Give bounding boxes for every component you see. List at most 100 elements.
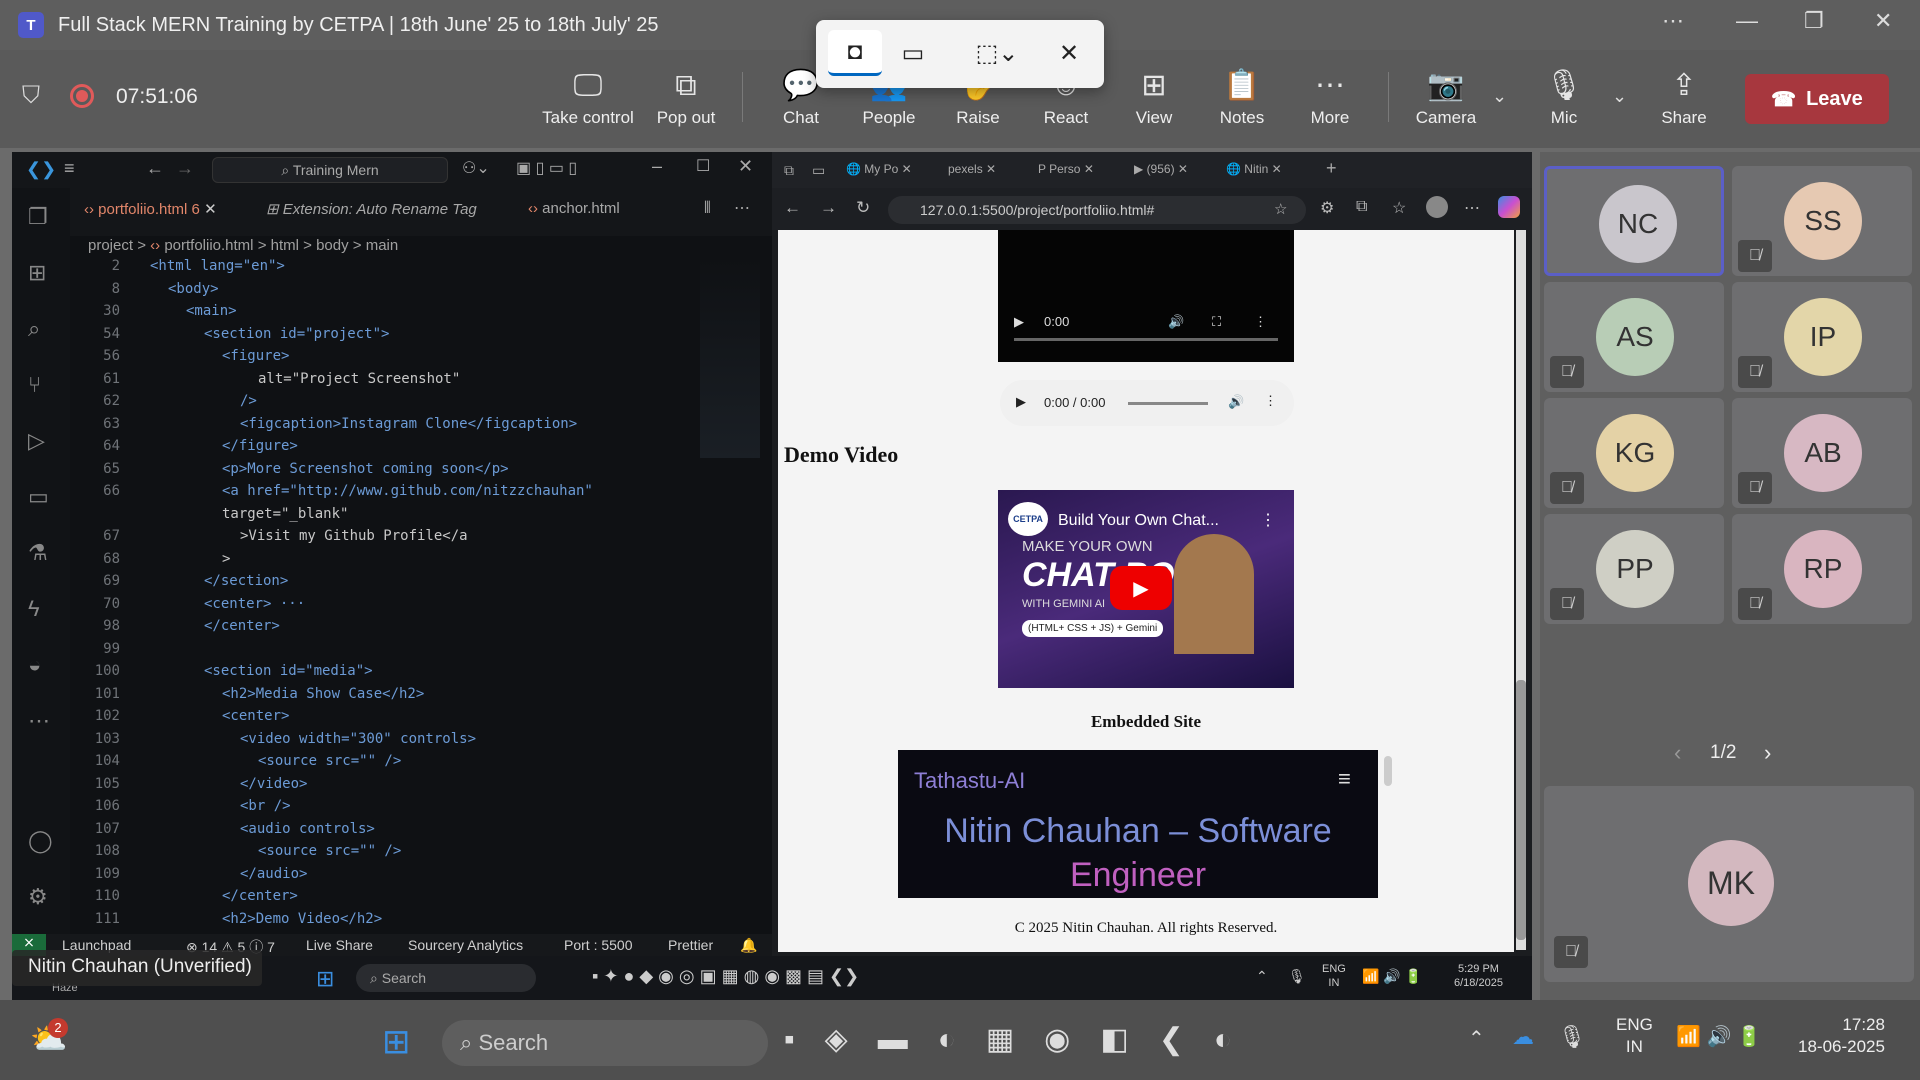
volume-icon[interactable]: 🔊	[1228, 394, 1244, 410]
language-indicator[interactable]: ENG IN	[1322, 962, 1346, 990]
sourcery-item[interactable]: Sourcery Analytics	[408, 937, 523, 953]
remote-explorer-icon[interactable]: ▭	[28, 484, 49, 510]
tab-anchor[interactable]: ‹› anchor.html	[528, 200, 620, 217]
play-icon[interactable]: ▶	[1016, 394, 1026, 410]
iframe-scrollbar[interactable]	[1384, 756, 1392, 786]
video-player[interactable]: ▶ 0:00 🔊 ⛶ ⋮	[998, 230, 1294, 362]
minimize-icon[interactable]: –	[652, 156, 662, 177]
youtube-play-button[interactable]: ▶	[1110, 566, 1172, 610]
taskbar-search-input[interactable]: ⌕ Search	[442, 1020, 768, 1066]
browser-tab-3[interactable]: P Perso ✕	[1038, 162, 1094, 176]
workspaces-icon[interactable]: ⧉	[784, 162, 794, 179]
browser-tab-5[interactable]: 🌐 Nitin ✕	[1226, 162, 1282, 176]
camera-options-chevron-icon[interactable]: ⌄	[1492, 86, 1507, 107]
audio-more-icon[interactable]: ⋮	[1264, 393, 1277, 409]
mic-muted-icon[interactable]: 🎙	[1558, 1024, 1586, 1050]
snip-shape-button[interactable]: ⬚⌄	[960, 30, 1034, 76]
participant-tile[interactable]: SS 🎙̸	[1732, 166, 1912, 276]
screenshot-mode-button[interactable]: ◘	[828, 30, 882, 76]
edge-devtools-icon[interactable]: ◒	[28, 652, 41, 678]
code-editor[interactable]: 2 <html lang="en"> 8 <body> 30 <main> 54 <secti…	[70, 258, 700, 934]
minimap[interactable]	[700, 258, 760, 458]
participant-tile[interactable]: IP 🎙̸	[1732, 282, 1912, 392]
more-options-icon[interactable]: ⋯	[1662, 8, 1684, 34]
prettier-item[interactable]: Prettier	[668, 937, 713, 953]
pop-out-button[interactable]: ⧉ Pop out	[636, 64, 736, 128]
self-video-tile[interactable]: MK 🎙̸	[1544, 786, 1914, 982]
tray-chevron-icon[interactable]: ⌃	[1468, 1026, 1485, 1051]
network-icon[interactable]: 📶 🔊 🔋	[1362, 968, 1422, 985]
audio-player[interactable]: ▶ 0:00 / 0:00 🔊 ⋮	[1000, 380, 1294, 426]
hamburger-menu-icon[interactable]: ≡	[1338, 766, 1351, 792]
minimize-icon[interactable]: —	[1736, 8, 1758, 34]
camera-button[interactable]: 📷 Camera	[1396, 64, 1496, 128]
close-icon[interactable]: ✕	[738, 156, 753, 177]
tray-chevron-icon[interactable]: ⌃	[1256, 968, 1268, 985]
shared-search-input[interactable]: ⌕ Search	[356, 964, 536, 992]
tab-extension-auto-rename[interactable]: ⊞ Extension: Auto Rename Tag	[266, 200, 477, 218]
fullscreen-icon[interactable]: ⛶	[1212, 314, 1221, 330]
shared-clock[interactable]: 5:29 PM 6/18/2025	[1454, 962, 1503, 990]
yt-more-icon[interactable]: ⋮	[1260, 510, 1276, 530]
favorite-star-icon[interactable]: ☆	[1274, 200, 1287, 218]
profile-avatar[interactable]	[1426, 196, 1448, 218]
favorites-icon[interactable]: ☆	[1392, 198, 1406, 218]
tab-portfoliio[interactable]: ‹› portfoliio.html 6 ✕	[84, 200, 217, 218]
testing-icon[interactable]: ⚗	[28, 540, 48, 566]
menu-icon[interactable]: ≡	[64, 158, 75, 179]
close-snip-button[interactable]: ✕	[1042, 30, 1096, 76]
participant-tile[interactable]: PP 🎙̸	[1544, 514, 1724, 624]
explorer-icon[interactable]: ❐	[28, 204, 48, 230]
participant-tile[interactable]: RP 🎙̸	[1732, 514, 1912, 624]
back-icon[interactable]: ←	[146, 158, 164, 179]
split-editor-icon[interactable]: ⫴	[704, 200, 711, 218]
extensions-icon[interactable]: ⚙	[1320, 198, 1334, 218]
thunder-client-icon[interactable]: ϟ	[28, 596, 40, 622]
prev-page-icon[interactable]: ‹	[1674, 740, 1681, 766]
audio-progress[interactable]	[1128, 402, 1208, 405]
editor-more-icon[interactable]: ⋯	[734, 198, 750, 218]
forward-icon[interactable]: →	[176, 158, 194, 179]
embedded-site-iframe[interactable]: Tathastu-AI ≡ Nitin Chauhan – Software E…	[898, 750, 1392, 898]
windows-start-icon[interactable]: ⊞	[316, 966, 334, 992]
more-button[interactable]: ⋯ More	[1280, 64, 1380, 128]
notifications-bell-icon[interactable]: 🔔	[740, 937, 757, 954]
app-icons[interactable]: ▪ ✦ ● ◆ ◉ ◎ ▣ ▦ ◍ ◉ ▩ ▤ ❮❯	[592, 966, 859, 987]
youtube-embed[interactable]: CETPA Build Your Own Chat... ⋮ MAKE YOUR…	[998, 490, 1294, 688]
url-input[interactable]: 127.0.0.1:5500/project/portfoliio.html#	[888, 196, 1306, 224]
leave-button[interactable]: ☎ Leave	[1745, 74, 1889, 124]
participant-tile[interactable]: NC	[1544, 166, 1724, 276]
close-tab-icon[interactable]: ✕	[204, 201, 217, 218]
wifi-icon[interactable]: 📶 🔊 🔋	[1676, 1024, 1762, 1049]
mic-button[interactable]: 🎙 Mic	[1514, 64, 1614, 128]
layout-icon[interactable]: ▣ ▯ ▭ ▯	[516, 158, 577, 178]
share-button[interactable]: ⇪ Share	[1634, 64, 1734, 128]
refresh-icon[interactable]: ↻	[856, 198, 870, 218]
command-center-search[interactable]: ⌕ Training Mern	[212, 157, 448, 183]
source-control-icon[interactable]: ⑂	[28, 372, 41, 398]
language-indicator[interactable]: ENG IN	[1616, 1014, 1653, 1058]
close-window-icon[interactable]: ✕	[1874, 8, 1892, 34]
mic-options-chevron-icon[interactable]: ⌄	[1612, 86, 1627, 107]
system-clock[interactable]: 17:28 18-06-2025	[1798, 1014, 1885, 1058]
maximize-icon[interactable]: ☐	[696, 156, 710, 176]
video-more-icon[interactable]: ⋮	[1254, 314, 1267, 330]
browser-menu-icon[interactable]: ⋯	[1464, 198, 1480, 218]
browser-tab-4[interactable]: ▶ (956) ✕	[1134, 162, 1188, 176]
browser-tab-1[interactable]: 🌐 My Po ✕	[846, 162, 912, 176]
forward-icon[interactable]: →	[820, 198, 837, 218]
next-page-icon[interactable]: ›	[1764, 740, 1771, 766]
account-icon[interactable]: ◯	[28, 828, 53, 854]
live-share-item[interactable]: Live Share	[306, 937, 373, 953]
more-views-icon[interactable]: ⋯	[28, 708, 50, 734]
split-screen-icon[interactable]: ⧉	[1356, 198, 1367, 216]
video-mode-button[interactable]: ▭	[886, 30, 940, 76]
start-icon[interactable]: ⊞	[382, 1022, 411, 1062]
view-button[interactable]: ⊞ View	[1104, 64, 1204, 128]
settings-gear-icon[interactable]: ⚙	[28, 884, 48, 910]
search-icon[interactable]: ⌕	[28, 316, 40, 342]
notes-button[interactable]: 📋 Notes	[1192, 64, 1292, 128]
play-icon[interactable]: ▶	[1014, 314, 1024, 330]
take-control-button[interactable]: 🖵 Take control	[538, 64, 638, 128]
new-tab-icon[interactable]: +	[1326, 158, 1337, 179]
